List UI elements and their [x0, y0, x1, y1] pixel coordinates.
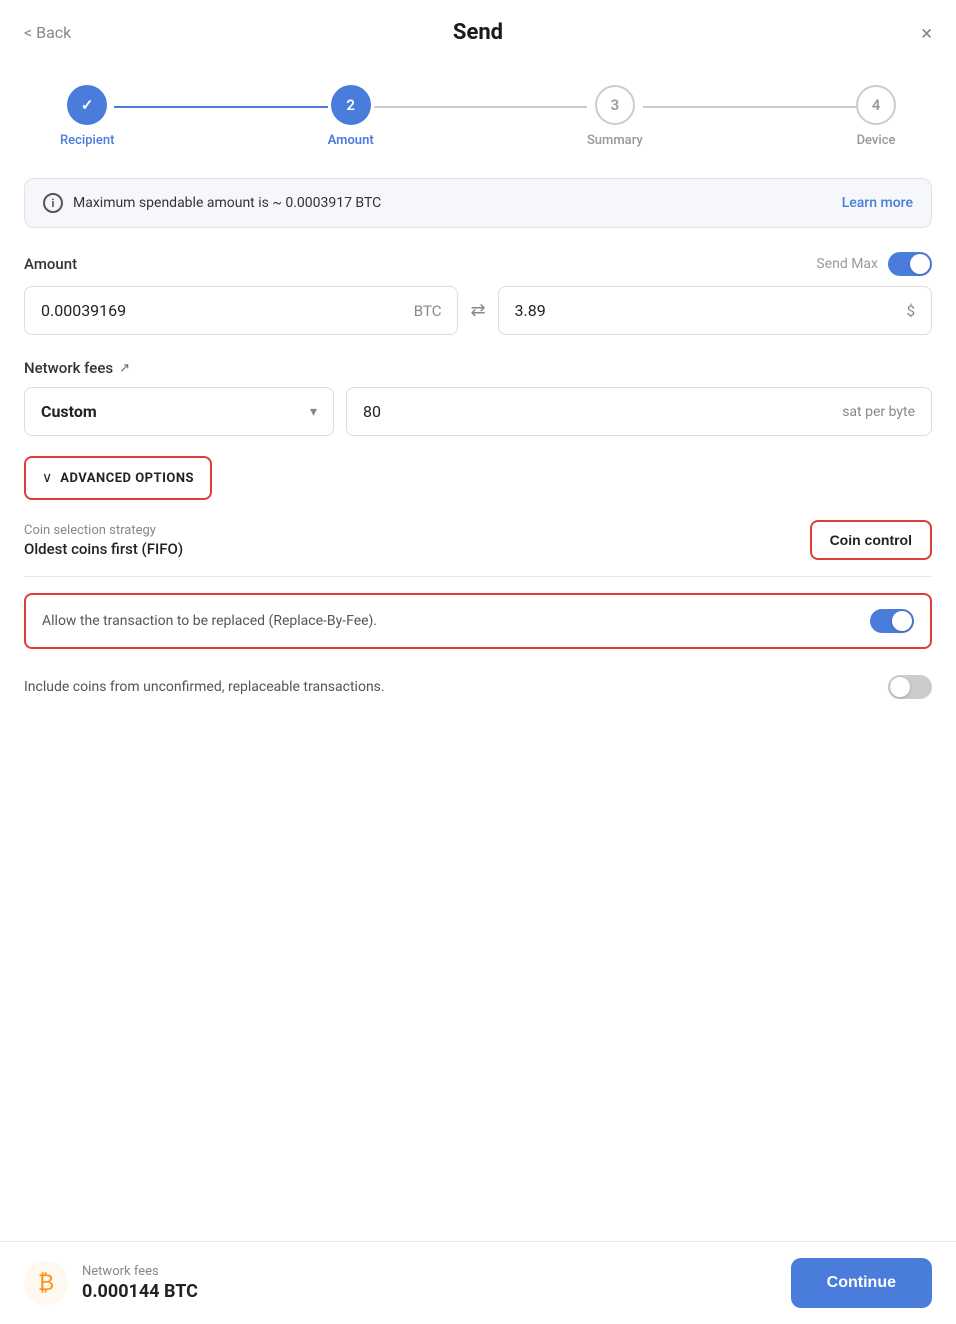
- coin-selection-row: Coin selection strategy Oldest coins fir…: [24, 520, 932, 560]
- coin-selection-value: Oldest coins first (FIFO): [24, 540, 183, 558]
- footer-fees-value: 0.000144 BTC: [82, 1281, 198, 1302]
- connector-2: [374, 106, 587, 108]
- send-max-row: Send Max: [816, 252, 932, 276]
- continue-button[interactable]: Continue: [791, 1258, 932, 1308]
- coin-control-button[interactable]: Coin control: [810, 520, 932, 560]
- divider-1: [24, 576, 932, 577]
- stepper: ✓ Recipient 2 Amount 3 Summary 4 Device: [0, 65, 956, 178]
- send-max-label: Send Max: [816, 256, 878, 272]
- step-circle-recipient: ✓: [67, 85, 107, 125]
- info-banner-text: Maximum spendable amount is ~ 0.0003917 …: [73, 195, 381, 211]
- fees-dropdown[interactable]: Custom ▾: [24, 387, 334, 436]
- fiat-value: 3.89: [515, 301, 546, 320]
- advanced-options-label: ADVANCED OPTIONS: [60, 471, 194, 486]
- unconfirmed-option-row: Include coins from unconfirmed, replacea…: [24, 661, 932, 713]
- send-max-toggle[interactable]: [888, 252, 932, 276]
- fees-sat-box[interactable]: 80 sat per byte: [346, 387, 932, 436]
- learn-more-link[interactable]: Learn more: [842, 195, 913, 211]
- swap-icon[interactable]: ⇄: [470, 300, 485, 321]
- info-icon: i: [43, 193, 63, 213]
- btc-input[interactable]: 0.00039169 BTC: [24, 286, 458, 335]
- footer-fees-info: Network fees 0.000144 BTC: [82, 1264, 198, 1302]
- header: < Back Send ×: [0, 0, 956, 65]
- rbf-option-label: Allow the transaction to be replaced (Re…: [42, 613, 870, 629]
- step-label-amount: Amount: [328, 133, 374, 148]
- step-label-device: Device: [857, 133, 896, 148]
- rbf-option-row: Allow the transaction to be replaced (Re…: [24, 593, 932, 649]
- footer-fees-label: Network fees: [82, 1264, 198, 1279]
- connector-3: [643, 106, 856, 108]
- btc-symbol: ₿: [38, 1270, 54, 1296]
- network-fees-header: Network fees ↗: [24, 359, 932, 377]
- external-link-icon[interactable]: ↗: [119, 361, 130, 376]
- step-label-recipient: Recipient: [60, 133, 114, 148]
- step-amount: 2 Amount: [328, 85, 374, 148]
- footer-left: ₿ Network fees 0.000144 BTC: [24, 1261, 198, 1305]
- step-recipient: ✓ Recipient: [60, 85, 114, 148]
- fees-sat-unit: sat per byte: [842, 404, 915, 420]
- unconfirmed-toggle[interactable]: [888, 675, 932, 699]
- fees-inputs: Custom ▾ 80 sat per byte: [24, 387, 932, 436]
- content: i Maximum spendable amount is ~ 0.000391…: [0, 178, 956, 1241]
- unconfirmed-toggle-thumb: [890, 677, 910, 697]
- info-banner: i Maximum spendable amount is ~ 0.000391…: [24, 178, 932, 228]
- coin-selection: Coin selection strategy Oldest coins fir…: [24, 520, 932, 560]
- fiat-input[interactable]: 3.89 $: [498, 286, 932, 335]
- btc-currency: BTC: [414, 302, 442, 320]
- amount-section: Amount Send Max 0.00039169 BTC ⇄ 3.89 $: [24, 252, 932, 335]
- step-summary: 3 Summary: [587, 85, 643, 148]
- coin-selection-info: Coin selection strategy Oldest coins fir…: [24, 523, 183, 558]
- chevron-down-advanced-icon: ∨: [42, 470, 52, 486]
- fees-sat-value: 80: [363, 402, 381, 421]
- close-button[interactable]: ×: [921, 21, 932, 45]
- amount-label: Amount: [24, 255, 77, 273]
- step-device: 4 Device: [856, 85, 896, 148]
- rbf-toggle[interactable]: [870, 609, 914, 633]
- unconfirmed-option-label: Include coins from unconfirmed, replacea…: [24, 679, 888, 695]
- fees-dropdown-value: Custom: [41, 402, 97, 421]
- network-fees-label: Network fees: [24, 359, 113, 377]
- rbf-toggle-thumb: [892, 611, 912, 631]
- btc-icon: ₿: [24, 1261, 68, 1305]
- footer: ₿ Network fees 0.000144 BTC Continue: [0, 1241, 956, 1324]
- page-title: Send: [453, 20, 503, 45]
- step-label-summary: Summary: [587, 133, 643, 148]
- btc-value: 0.00039169: [41, 301, 126, 320]
- chevron-down-icon: ▾: [310, 404, 317, 420]
- coin-selection-strategy-label: Coin selection strategy: [24, 523, 183, 538]
- step-circle-device: 4: [856, 85, 896, 125]
- step-circle-summary: 3: [595, 85, 635, 125]
- amount-header: Amount Send Max: [24, 252, 932, 276]
- advanced-options-toggle[interactable]: ∨ ADVANCED OPTIONS: [24, 456, 212, 500]
- info-banner-left: i Maximum spendable amount is ~ 0.000391…: [43, 193, 381, 213]
- network-fees-section: Network fees ↗ Custom ▾ 80 sat per byte: [24, 359, 932, 436]
- fiat-currency: $: [907, 302, 915, 320]
- toggle-thumb: [910, 254, 930, 274]
- back-button[interactable]: < Back: [24, 23, 71, 42]
- amount-inputs: 0.00039169 BTC ⇄ 3.89 $: [24, 286, 932, 335]
- step-circle-amount: 2: [331, 85, 371, 125]
- connector-1: [114, 106, 327, 108]
